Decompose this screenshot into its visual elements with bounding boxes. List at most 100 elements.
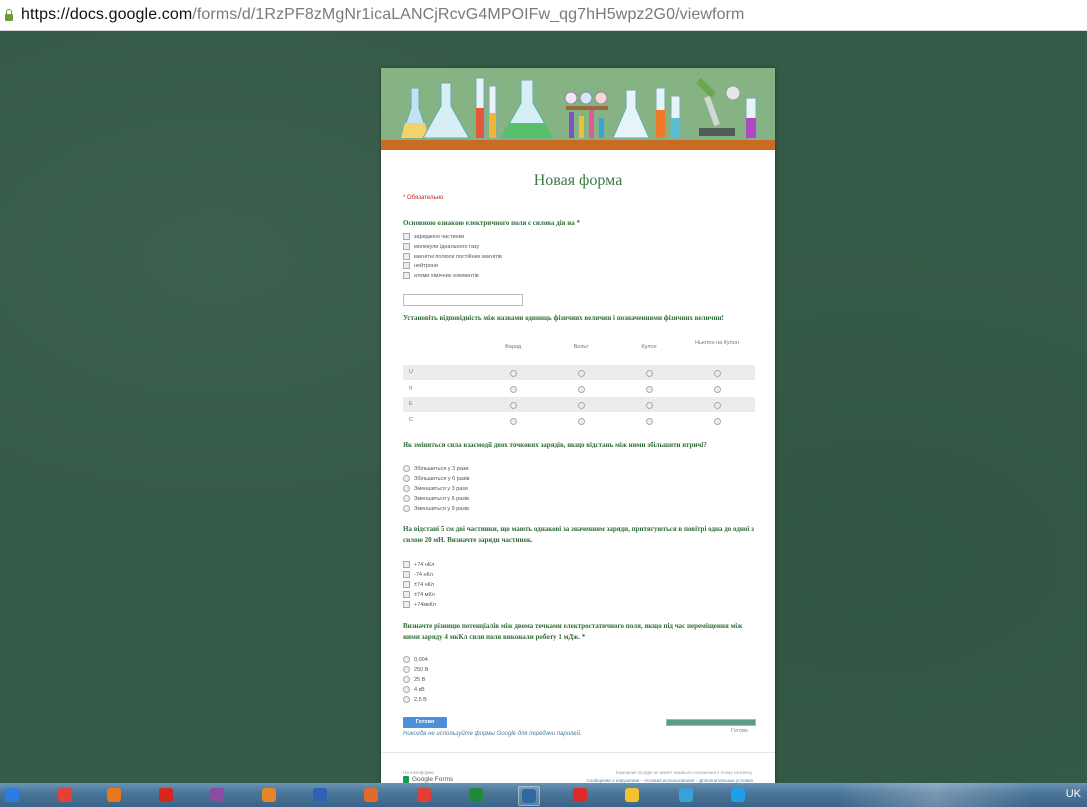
archive-icon-glyph: [210, 788, 224, 802]
radio-button[interactable]: [403, 696, 410, 703]
network-icon[interactable]: [676, 786, 696, 804]
checkbox[interactable]: [403, 571, 410, 578]
q5-option[interactable]: 0,004: [403, 655, 428, 664]
checkbox[interactable]: [403, 253, 410, 260]
yandex-browser-icon-glyph: [625, 788, 639, 802]
radio-button[interactable]: [714, 386, 721, 393]
radio-button[interactable]: [646, 386, 653, 393]
radio-button[interactable]: [403, 505, 410, 512]
yandex-browser-icon[interactable]: [622, 786, 642, 804]
address-bar[interactable]: https://docs.google.com/forms/d/1RzPF8zM…: [0, 0, 1087, 31]
archive-icon[interactable]: [207, 786, 227, 804]
q1-option[interactable]: молекули ідеального газу: [403, 242, 479, 251]
short-answer-input[interactable]: [403, 294, 523, 306]
q1-option[interactable]: магнітні полюси постійних магнітів: [403, 252, 502, 261]
radio-button[interactable]: [403, 656, 410, 663]
matching-grid: Фарад Вольт Кулон Ньютон на Кулон U q E …: [403, 336, 755, 428]
acrobat-icon[interactable]: [156, 786, 176, 804]
grid-column-header: Фарад: [504, 344, 522, 350]
save-icon-glyph: [313, 788, 327, 802]
skype-icon[interactable]: [728, 786, 748, 804]
q3-option[interactable]: Зменшиться у 9 разів: [403, 504, 469, 513]
radio-button[interactable]: [403, 485, 410, 492]
radio-button[interactable]: [578, 386, 585, 393]
lock-icon: [3, 8, 15, 22]
google-forms-logo[interactable]: Google Forms: [403, 776, 453, 783]
chrome-icon[interactable]: [55, 786, 75, 804]
internet-explorer-icon-glyph: [5, 788, 19, 802]
q5-option[interactable]: 2,5 В: [403, 695, 427, 704]
progress-label: Готово: [731, 728, 748, 734]
password-warning: Никогда не используйте формы Google для …: [403, 731, 582, 737]
submit-button[interactable]: Готово: [403, 717, 447, 728]
grid-row: U: [403, 364, 755, 380]
q5-option[interactable]: 250 В: [403, 665, 428, 674]
firefox-icon[interactable]: [104, 786, 124, 804]
q5-option[interactable]: 4 кВ: [403, 685, 425, 694]
checkbox[interactable]: [403, 233, 410, 240]
yandex-icon[interactable]: [570, 786, 590, 804]
radio-button[interactable]: [510, 418, 517, 425]
radio-button[interactable]: [714, 418, 721, 425]
presentation-icon[interactable]: [518, 786, 540, 806]
page-background: Новая форма * Обязательно Основною ознак…: [0, 31, 1087, 801]
radio-button[interactable]: [403, 686, 410, 693]
radio-button[interactable]: [646, 402, 653, 409]
q4-option[interactable]: ±74 нКл: [403, 580, 434, 589]
q3-option[interactable]: Зменшиться у 3 рази: [403, 484, 468, 493]
skype-icon-glyph: [731, 788, 745, 802]
chrome-icon-glyph: [58, 788, 72, 802]
question-1-title: Основною ознакою електричного поля є сил…: [403, 219, 580, 227]
radio-button[interactable]: [510, 370, 517, 377]
radio-button[interactable]: [510, 402, 517, 409]
question-4-title: На відстані 5 см дві частинки, що мають …: [403, 525, 754, 544]
excel-icon[interactable]: [466, 786, 486, 804]
radio-button[interactable]: [578, 370, 585, 377]
q4-option[interactable]: -74 нКл: [403, 570, 433, 579]
q3-option[interactable]: Збільшиться у 3 рази: [403, 464, 468, 473]
q3-option[interactable]: Зменшиться у 6 разів: [403, 494, 469, 503]
radio-button[interactable]: [646, 418, 653, 425]
q4-option[interactable]: +74мкКл: [403, 600, 436, 609]
radio-button[interactable]: [578, 418, 585, 425]
radio-button[interactable]: [403, 495, 410, 502]
internet-explorer-icon[interactable]: [2, 786, 22, 804]
paint-icon[interactable]: [414, 786, 434, 804]
radio-button[interactable]: [578, 402, 585, 409]
checkbox[interactable]: [403, 581, 410, 588]
google-forms-icon: [403, 776, 409, 783]
save-icon[interactable]: [310, 786, 330, 804]
q4-option[interactable]: +74 нКл: [403, 560, 434, 569]
taskbar: UK: [0, 783, 1087, 807]
network-icon-glyph: [679, 788, 693, 802]
radio-button[interactable]: [646, 370, 653, 377]
q1-option[interactable]: атоми хімічних елементів: [403, 271, 479, 280]
grid-row-label: q: [409, 385, 413, 391]
q1-option[interactable]: нейтрони: [403, 261, 438, 270]
question-3-title: Як зміниться сила взаємодії двох точкови…: [403, 441, 707, 449]
radio-button[interactable]: [403, 475, 410, 482]
q4-option[interactable]: ±74 мКл: [403, 590, 435, 599]
q3-option[interactable]: Збільшиться у 6 разів: [403, 474, 469, 483]
language-indicator[interactable]: UK: [1066, 788, 1081, 800]
radio-button[interactable]: [403, 666, 410, 673]
media-player-icon[interactable]: [259, 786, 279, 804]
radio-button[interactable]: [714, 370, 721, 377]
radio-button[interactable]: [403, 676, 410, 683]
checkbox[interactable]: [403, 591, 410, 598]
checkbox[interactable]: [403, 262, 410, 269]
radio-button[interactable]: [714, 402, 721, 409]
screenshot-icon[interactable]: [361, 786, 381, 804]
radio-button[interactable]: [510, 386, 517, 393]
radio-button[interactable]: [403, 465, 410, 472]
progress-bar: [666, 719, 756, 726]
firefox-icon-glyph: [107, 788, 121, 802]
q5-option[interactable]: 25 В: [403, 675, 425, 684]
checkbox[interactable]: [403, 561, 410, 568]
grid-row-label: C: [409, 417, 413, 423]
q1-option[interactable]: заряджені частинки: [403, 232, 464, 241]
checkbox[interactable]: [403, 272, 410, 279]
checkbox[interactable]: [403, 243, 410, 250]
url-text[interactable]: https://docs.google.com/forms/d/1RzPF8zM…: [21, 6, 744, 24]
checkbox[interactable]: [403, 601, 410, 608]
